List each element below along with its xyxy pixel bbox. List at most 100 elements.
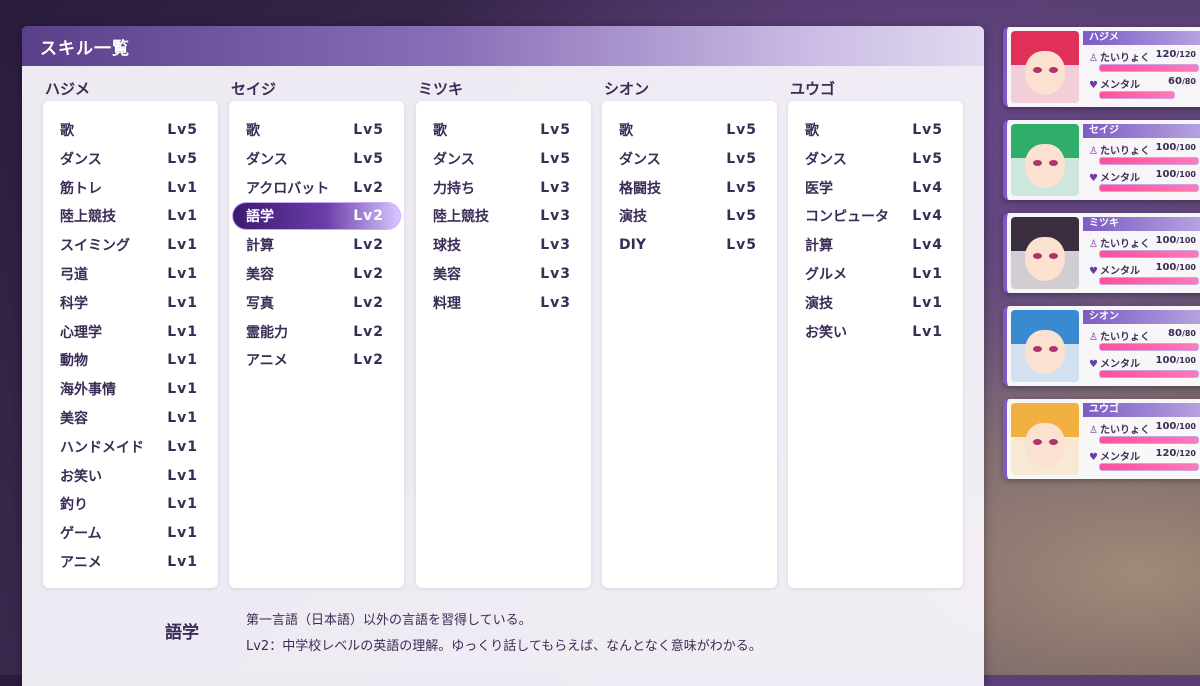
skill-item[interactable]: 計算 Lv4 — [792, 232, 959, 258]
column-name: ミツキ — [418, 80, 464, 98]
column-name: ユウゴ — [790, 80, 836, 98]
skill-item[interactable]: 歌 Lv5 — [420, 117, 587, 143]
skill-item[interactable]: 語学 Lv2 — [233, 203, 400, 230]
skill-item[interactable]: 海外事情 Lv1 — [47, 376, 214, 402]
skill-name: アニメ — [246, 353, 288, 370]
stamina-max: /80 — [1181, 329, 1196, 338]
skill-item[interactable]: 美容 Lv2 — [233, 261, 400, 287]
character-card[interactable]: シオン ♙ たいりょく 80/80 ♥ メンタル 100/100 — [1003, 306, 1200, 386]
skill-item[interactable]: 釣り Lv1 — [47, 491, 214, 517]
stamina-current: 100 — [1155, 142, 1177, 153]
skill-level: Lv5 — [167, 150, 198, 167]
skill-item[interactable]: ダンス Lv5 — [47, 146, 214, 172]
skill-item[interactable]: 歌 Lv5 — [606, 117, 773, 143]
skill-item[interactable]: 歌 Lv5 — [233, 117, 400, 143]
skill-item[interactable]: お笑い Lv1 — [792, 319, 959, 345]
skill-level: Lv1 — [167, 266, 198, 282]
skill-name: 語学 — [246, 209, 274, 226]
mental-current: 120 — [1155, 448, 1177, 459]
mental-bar — [1099, 277, 1199, 285]
skill-item[interactable]: 心理学 Lv1 — [47, 319, 214, 345]
skill-item[interactable]: アクロバット Lv2 — [233, 175, 400, 201]
skill-level: Lv1 — [167, 208, 198, 225]
skill-item[interactable]: 弓道 Lv1 — [47, 261, 214, 287]
skill-item[interactable]: ダンス Lv5 — [420, 146, 587, 172]
skill-item[interactable]: 演技 Lv1 — [792, 290, 959, 316]
skill-item[interactable]: ダンス Lv5 — [606, 146, 773, 172]
skill-level: Lv3 — [540, 266, 571, 282]
skill-item[interactable]: スイミング Lv1 — [47, 232, 214, 258]
stamina-bar — [1099, 436, 1199, 444]
skill-item[interactable]: 演技 Lv5 — [606, 203, 773, 229]
skill-item[interactable]: ダンス Lv5 — [792, 146, 959, 172]
skill-level: Lv1 — [167, 237, 198, 254]
skill-name: お笑い — [60, 468, 102, 485]
skill-item[interactable]: アニメ Lv1 — [47, 549, 214, 575]
character-name: シオン — [1083, 310, 1200, 324]
skill-item[interactable]: 歌 Lv5 — [47, 117, 214, 143]
skill-item[interactable]: 美容 Lv1 — [47, 405, 214, 431]
skill-item[interactable]: 筋トレ Lv1 — [47, 175, 214, 201]
mental-row: ♥ メンタル — [1089, 448, 1140, 463]
skill-item[interactable]: ダンス Lv5 — [233, 146, 400, 172]
mental-value: 100/100 — [1156, 262, 1197, 273]
skill-name: 科学 — [60, 295, 88, 312]
skill-level: Lv4 — [912, 179, 943, 196]
skill-level: Lv5 — [540, 150, 571, 167]
character-card[interactable]: ハジメ ♙ たいりょく 120/120 ♥ メンタル 60/80 — [1003, 27, 1200, 107]
skill-name: ダンス — [60, 151, 102, 168]
skill-item[interactable]: 力持ち Lv3 — [420, 175, 587, 201]
skill-item[interactable]: アニメ Lv2 — [233, 347, 400, 373]
skill-level: Lv2 — [353, 208, 384, 225]
skill-name: グルメ — [805, 267, 847, 283]
skill-item[interactable]: 料理 Lv3 — [420, 290, 587, 316]
stamina-value: 80/80 — [1168, 328, 1196, 339]
stamina-current: 80 — [1168, 328, 1182, 339]
skill-item[interactable]: 美容 Lv3 — [420, 261, 587, 287]
mental-bar — [1099, 184, 1199, 192]
skill-item[interactable]: コンピュータ Lv4 — [792, 203, 959, 229]
character-card[interactable]: セイジ ♙ たいりょく 100/100 ♥ メンタル 100/100 — [1003, 120, 1200, 200]
skill-item[interactable]: 計算 Lv2 — [233, 232, 400, 258]
skill-item[interactable]: グルメ Lv1 — [792, 261, 959, 287]
skill-item[interactable]: 格闘技 Lv5 — [606, 175, 773, 201]
skill-name: 球技 — [433, 238, 461, 255]
character-card[interactable]: ユウゴ ♙ たいりょく 100/100 ♥ メンタル 120/120 — [1003, 399, 1200, 479]
skill-name: 美容 — [246, 267, 274, 283]
skill-name: DIY — [619, 237, 646, 254]
stamina-current: 100 — [1155, 421, 1177, 432]
panel-title: スキル一覧 — [40, 38, 130, 59]
skill-name: 筋トレ — [60, 180, 102, 197]
skill-item[interactable]: ハンドメイド Lv1 — [47, 434, 214, 460]
skill-level: Lv3 — [540, 179, 571, 196]
stamina-label: たいりょく — [1099, 425, 1150, 436]
mental-label: メンタル — [1099, 173, 1140, 184]
character-card[interactable]: ミツキ ♙ たいりょく 100/100 ♥ メンタル 100/100 — [1003, 213, 1200, 293]
skill-level: Lv4 — [912, 208, 943, 225]
skill-item[interactable]: 霊能力 Lv2 — [233, 319, 400, 345]
skill-level: Lv1 — [167, 554, 198, 570]
skill-item[interactable]: 医学 Lv4 — [792, 175, 959, 201]
skill-level: Lv5 — [540, 122, 571, 138]
skill-level: Lv1 — [167, 381, 198, 398]
skill-item[interactable]: お笑い Lv1 — [47, 463, 214, 489]
stamina-max: /100 — [1176, 143, 1196, 152]
skill-item[interactable]: 歌 Lv5 — [792, 117, 959, 143]
skill-item[interactable]: DIY Lv5 — [606, 232, 773, 258]
stamina-label: たいりょく — [1099, 53, 1150, 64]
character-name: ミツキ — [1083, 217, 1200, 231]
skill-item[interactable]: 写真 Lv2 — [233, 290, 400, 316]
mental-row: ♥ メンタル — [1089, 262, 1140, 277]
skill-item[interactable]: 陸上競技 Lv1 — [47, 203, 214, 229]
skill-item[interactable]: 動物 Lv1 — [47, 347, 214, 373]
skill-level: Lv2 — [353, 352, 384, 369]
skill-item[interactable]: 球技 Lv3 — [420, 232, 587, 258]
stamina-current: 120 — [1155, 49, 1177, 60]
skill-item[interactable]: 陸上競技 Lv3 — [420, 203, 587, 229]
character-portrait — [1011, 124, 1079, 196]
skill-name: ダンス — [619, 151, 661, 168]
character-name: ユウゴ — [1083, 403, 1200, 417]
skill-item[interactable]: ゲーム Lv1 — [47, 520, 214, 546]
skill-item[interactable]: 科学 Lv1 — [47, 290, 214, 316]
skill-name: 霊能力 — [246, 324, 288, 341]
